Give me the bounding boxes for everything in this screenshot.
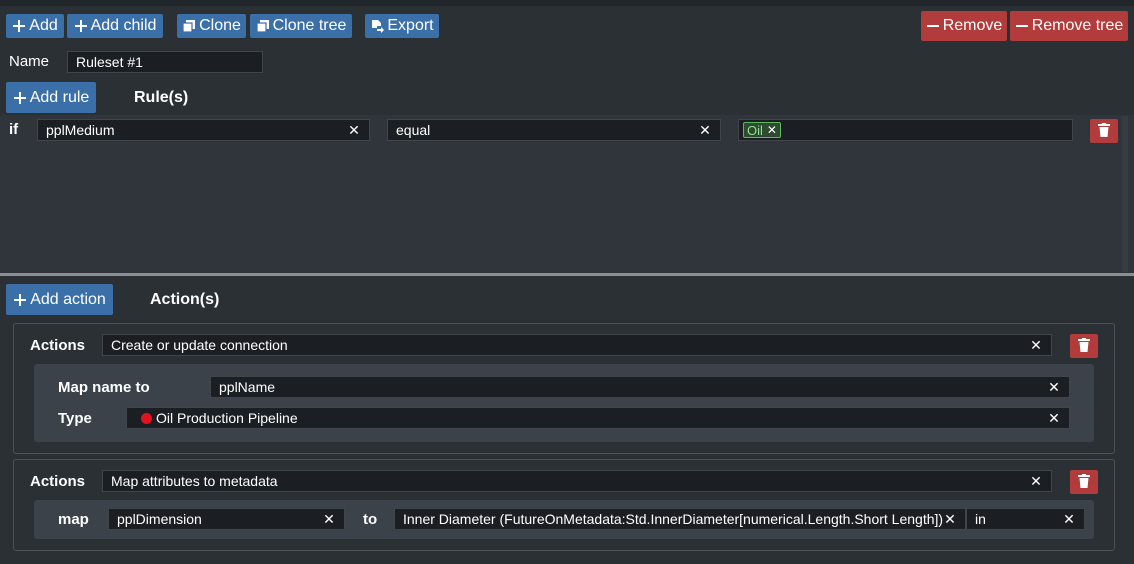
clone-tree-button-label: Clone tree — [272, 17, 347, 34]
remove-tree-button-label: Remove tree — [1031, 17, 1124, 34]
map-label: map — [58, 511, 89, 528]
section-divider[interactable] — [0, 273, 1134, 276]
add-action-button[interactable]: Add action — [6, 284, 113, 315]
connection-type-content: Oil Production Pipeline — [141, 410, 1047, 426]
map-target-value: Inner Diameter (FutureOnMetadata:Std.Inn… — [403, 511, 943, 527]
rule-value-tag: Oil ✕ — [743, 122, 781, 138]
rule-value-select[interactable]: Oil ✕ — [738, 119, 1073, 141]
remove-button[interactable]: Remove — [921, 11, 1007, 41]
export-button[interactable]: Export — [365, 14, 439, 38]
clear-icon[interactable]: ✕ — [943, 511, 957, 528]
plus-icon — [74, 19, 88, 33]
map-source-select[interactable]: pplDimension ✕ — [108, 508, 345, 530]
action-type-value: Map attributes to metadata — [111, 473, 278, 489]
type-label: Type — [58, 410, 92, 427]
add-action-button-label: Add action — [30, 290, 106, 308]
add-button[interactable]: Add — [6, 14, 64, 38]
rule-field-value: pplMedium — [46, 122, 115, 138]
delete-action-button[interactable] — [1070, 334, 1098, 358]
unit-value: in — [975, 511, 986, 527]
rule-field-select[interactable]: pplMedium ✕ — [37, 119, 370, 141]
connection-type-select[interactable]: Oil Production Pipeline ✕ — [126, 407, 1070, 429]
minus-icon — [926, 19, 940, 33]
name-label: Name — [9, 53, 50, 70]
copy-icon — [182, 19, 196, 33]
map-source-value: pplDimension — [117, 511, 202, 527]
action-label: Actions — [30, 473, 86, 490]
clear-icon[interactable]: ✕ — [1047, 410, 1061, 427]
add-child-button-label: Add child — [90, 17, 157, 34]
map-target-select[interactable]: Inner Diameter (FutureOnMetadata:Std.Inn… — [394, 508, 966, 530]
clear-icon[interactable]: ✕ — [347, 122, 361, 139]
name-input[interactable]: Ruleset #1 — [67, 51, 263, 73]
plus-icon — [12, 19, 26, 33]
delete-action-button[interactable] — [1070, 470, 1098, 494]
copy-icon — [255, 19, 270, 33]
action-type-select[interactable]: Map attributes to metadata ✕ — [102, 470, 1052, 492]
minus-icon — [1015, 19, 1029, 33]
delete-rule-button[interactable] — [1090, 119, 1118, 143]
export-icon — [370, 19, 385, 33]
rule-value-tag-label: Oil — [747, 122, 763, 138]
action-type-select[interactable]: Create or update connection ✕ — [102, 334, 1052, 356]
add-rule-button-label: Add rule — [29, 88, 90, 106]
clear-icon[interactable]: ✕ — [322, 511, 336, 528]
trash-icon — [1078, 337, 1090, 355]
clear-icon[interactable]: ✕ — [1029, 337, 1043, 354]
connection-type-value: Oil Production Pipeline — [156, 410, 298, 426]
plus-icon — [13, 91, 27, 105]
unit-select[interactable]: in ✕ — [966, 508, 1085, 530]
action-type-value: Create or update connection — [111, 337, 288, 353]
map-name-value: pplName — [219, 379, 276, 395]
add-rule-button[interactable]: Add rule — [6, 82, 96, 113]
top-bar — [0, 0, 1134, 6]
to-label: to — [363, 511, 378, 528]
map-name-label: Map name to — [58, 379, 150, 396]
actions-heading: Action(s) — [150, 291, 220, 308]
name-input-value: Ruleset #1 — [76, 54, 143, 70]
rules-scrollbar[interactable] — [1122, 116, 1128, 272]
add-child-button[interactable]: Add child — [67, 14, 163, 38]
rules-heading: Rule(s) — [134, 89, 189, 106]
clone-tree-button[interactable]: Clone tree — [250, 14, 352, 38]
trash-icon — [1098, 122, 1110, 140]
clear-icon[interactable]: ✕ — [1029, 473, 1043, 490]
clear-icon[interactable]: ✕ — [1062, 511, 1076, 528]
tag-remove-icon[interactable]: ✕ — [767, 123, 777, 137]
clone-button[interactable]: Clone — [177, 14, 246, 38]
clear-icon[interactable]: ✕ — [698, 122, 712, 139]
type-color-dot — [141, 413, 152, 424]
remove-tree-button[interactable]: Remove tree — [1010, 11, 1128, 41]
remove-button-label: Remove — [942, 17, 1003, 34]
clone-button-label: Clone — [199, 17, 241, 34]
rule-operator-value: equal — [396, 122, 431, 138]
action-label: Actions — [30, 337, 86, 354]
export-button-label: Export — [387, 17, 434, 34]
rule-if-keyword: if — [9, 121, 19, 138]
rule-operator-select[interactable]: equal ✕ — [387, 119, 721, 141]
clear-icon[interactable]: ✕ — [1047, 379, 1061, 396]
trash-icon — [1078, 473, 1090, 491]
plus-icon — [13, 293, 27, 307]
add-button-label: Add — [29, 17, 58, 34]
map-name-select[interactable]: pplName ✕ — [210, 376, 1070, 398]
